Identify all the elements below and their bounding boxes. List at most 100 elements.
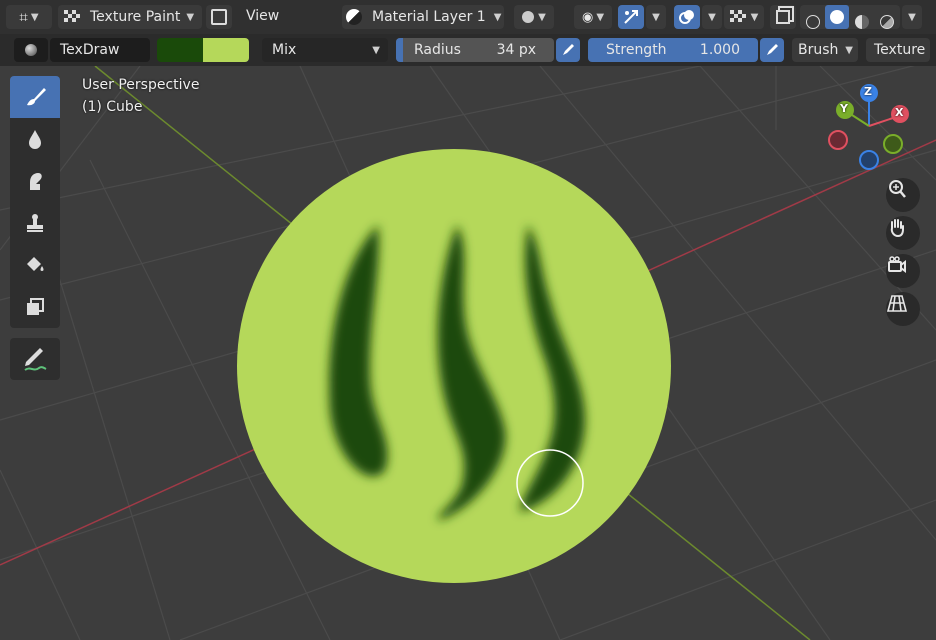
brush-menu-label: Brush [798, 42, 839, 58]
solid-shading-button[interactable] [825, 5, 849, 29]
chevron-down-icon: ▼ [845, 44, 853, 56]
brush-preview-button[interactable] [14, 38, 48, 62]
rendered-sphere-icon [880, 15, 894, 29]
chevron-down-icon: ▼ [538, 11, 546, 23]
material-sphere-icon [855, 15, 869, 29]
viewport-grid [0, 59, 936, 640]
gizmo-z-label: Z [864, 85, 872, 98]
brush-icon [27, 88, 46, 106]
secondary-color-swatch[interactable] [203, 38, 249, 62]
draw-tool-button[interactable] [10, 76, 60, 118]
annotate-icon [24, 348, 47, 371]
brush-name: TexDraw [60, 42, 120, 58]
brush-sphere-icon [25, 44, 37, 56]
radius-field[interactable]: Radius 34 px [396, 38, 554, 62]
fill-tool-button[interactable] [10, 244, 60, 286]
chevron-down-icon: ▼ [596, 11, 605, 23]
mask-tool-button[interactable] [10, 286, 60, 328]
wireframe-shading-button[interactable] [801, 10, 825, 34]
view-menu[interactable]: View [246, 8, 279, 24]
gizmo-toggle[interactable] [618, 5, 644, 29]
grid-icon [886, 295, 908, 312]
blend-mode-label: Mix [272, 42, 297, 58]
xray-toggle[interactable] [770, 5, 796, 29]
eye-icon: ◉ [581, 9, 594, 25]
mode-dropdown[interactable]: Texture Paint ▼ [58, 5, 202, 29]
smear-icon [30, 173, 42, 190]
zoom-button[interactable] [886, 178, 920, 212]
shading-buttons [800, 5, 900, 29]
material-shading-button[interactable] [850, 10, 874, 34]
chevron-down-icon: ▼ [750, 11, 759, 23]
viewport-header: ⌗ ▼ Texture Paint ▼ View Material Layer … [0, 0, 936, 34]
perspective-toggle-button[interactable] [886, 292, 920, 326]
viewport-info-object: (1) Cube [82, 99, 143, 115]
chevron-down-icon: ▼ [372, 44, 380, 56]
layer-label: Material Layer 1 [372, 9, 486, 25]
material-sphere-icon [346, 9, 362, 25]
mask-icon [27, 298, 44, 315]
dot-icon [522, 11, 535, 23]
strength-label: Strength [606, 42, 667, 58]
xray-icon [776, 10, 790, 24]
texture-overlay-dropdown[interactable]: ▼ [724, 5, 764, 29]
rendered-shading-button[interactable] [875, 10, 899, 34]
stamp-icon [27, 214, 43, 232]
camera-icon [888, 256, 906, 273]
gizmo-dropdown[interactable]: ▼ [646, 5, 666, 29]
radius-value: 34 px [496, 42, 536, 58]
wireframe-sphere-icon [806, 15, 820, 29]
tool-settings-bar: TexDraw Mix ▼ Radius 34 px Strength 1.00… [0, 34, 936, 66]
mode-label: Texture Paint [90, 9, 181, 25]
texture-menu-label: Texture [874, 42, 926, 58]
blend-mode-dropdown[interactable]: Mix ▼ [262, 38, 388, 62]
overlays-dropdown[interactable]: ▼ [702, 5, 722, 29]
3d-viewport[interactable]: User Perspective (1) Cube Z Y X [0, 0, 936, 640]
radius-label: Radius [414, 42, 461, 58]
camera-view-button[interactable] [886, 254, 920, 288]
strength-pressure-toggle[interactable] [760, 38, 784, 62]
chevron-down-icon: ▼ [908, 11, 916, 23]
pen-pressure-icon [767, 44, 778, 55]
gizmo-arrows-icon [624, 10, 638, 24]
chevron-down-icon: ▼ [186, 11, 195, 23]
mask-square-icon [211, 9, 227, 25]
clone-tool-button[interactable] [10, 202, 60, 244]
shading-dropdown[interactable]: ▼ [902, 5, 922, 29]
pen-pressure-icon [563, 44, 574, 55]
editor-type-button[interactable]: ⌗ ▼ [6, 5, 52, 29]
strength-field[interactable]: Strength 1.000 [588, 38, 758, 62]
visibility-dropdown[interactable]: ◉ ▼ [574, 5, 612, 29]
primary-color-swatch[interactable] [157, 38, 203, 62]
radius-pressure-toggle[interactable] [556, 38, 580, 62]
chevron-down-icon: ▼ [652, 11, 660, 23]
chevron-down-icon: ▼ [493, 11, 502, 23]
hand-icon [890, 219, 904, 238]
brush-menu[interactable]: Brush ▼ [792, 38, 858, 62]
snap-dropdown[interactable]: ▼ [514, 5, 554, 29]
soften-tool-button[interactable] [10, 118, 60, 160]
chevron-down-icon: ▼ [30, 11, 39, 23]
overlays-toggle[interactable] [674, 5, 700, 29]
drop-icon [29, 130, 41, 149]
zoom-icon [889, 180, 906, 198]
paint-mask-toggle[interactable] [206, 5, 232, 29]
annotate-tool-button[interactable] [10, 338, 60, 380]
checker-icon [729, 10, 746, 22]
solid-sphere-icon [830, 10, 844, 24]
smear-tool-button[interactable] [10, 160, 60, 202]
radius-fill [396, 38, 403, 62]
gizmo-y-label: Y [840, 102, 848, 115]
gizmo-x-label: X [895, 106, 904, 119]
brush-name-field[interactable]: TexDraw [50, 38, 150, 62]
overlay-circles-icon [679, 10, 694, 24]
material-layer-dropdown[interactable]: Material Layer 1 ▼ [342, 5, 504, 29]
viewport-info-perspective: User Perspective [82, 77, 200, 93]
pan-button[interactable] [886, 216, 920, 250]
grid-editor-icon: ⌗ [19, 8, 28, 26]
strength-value: 1.000 [699, 42, 740, 58]
bucket-icon [27, 257, 44, 271]
chevron-down-icon: ▼ [708, 11, 716, 23]
texture-menu[interactable]: Texture [866, 38, 930, 62]
checker-icon [64, 10, 80, 22]
